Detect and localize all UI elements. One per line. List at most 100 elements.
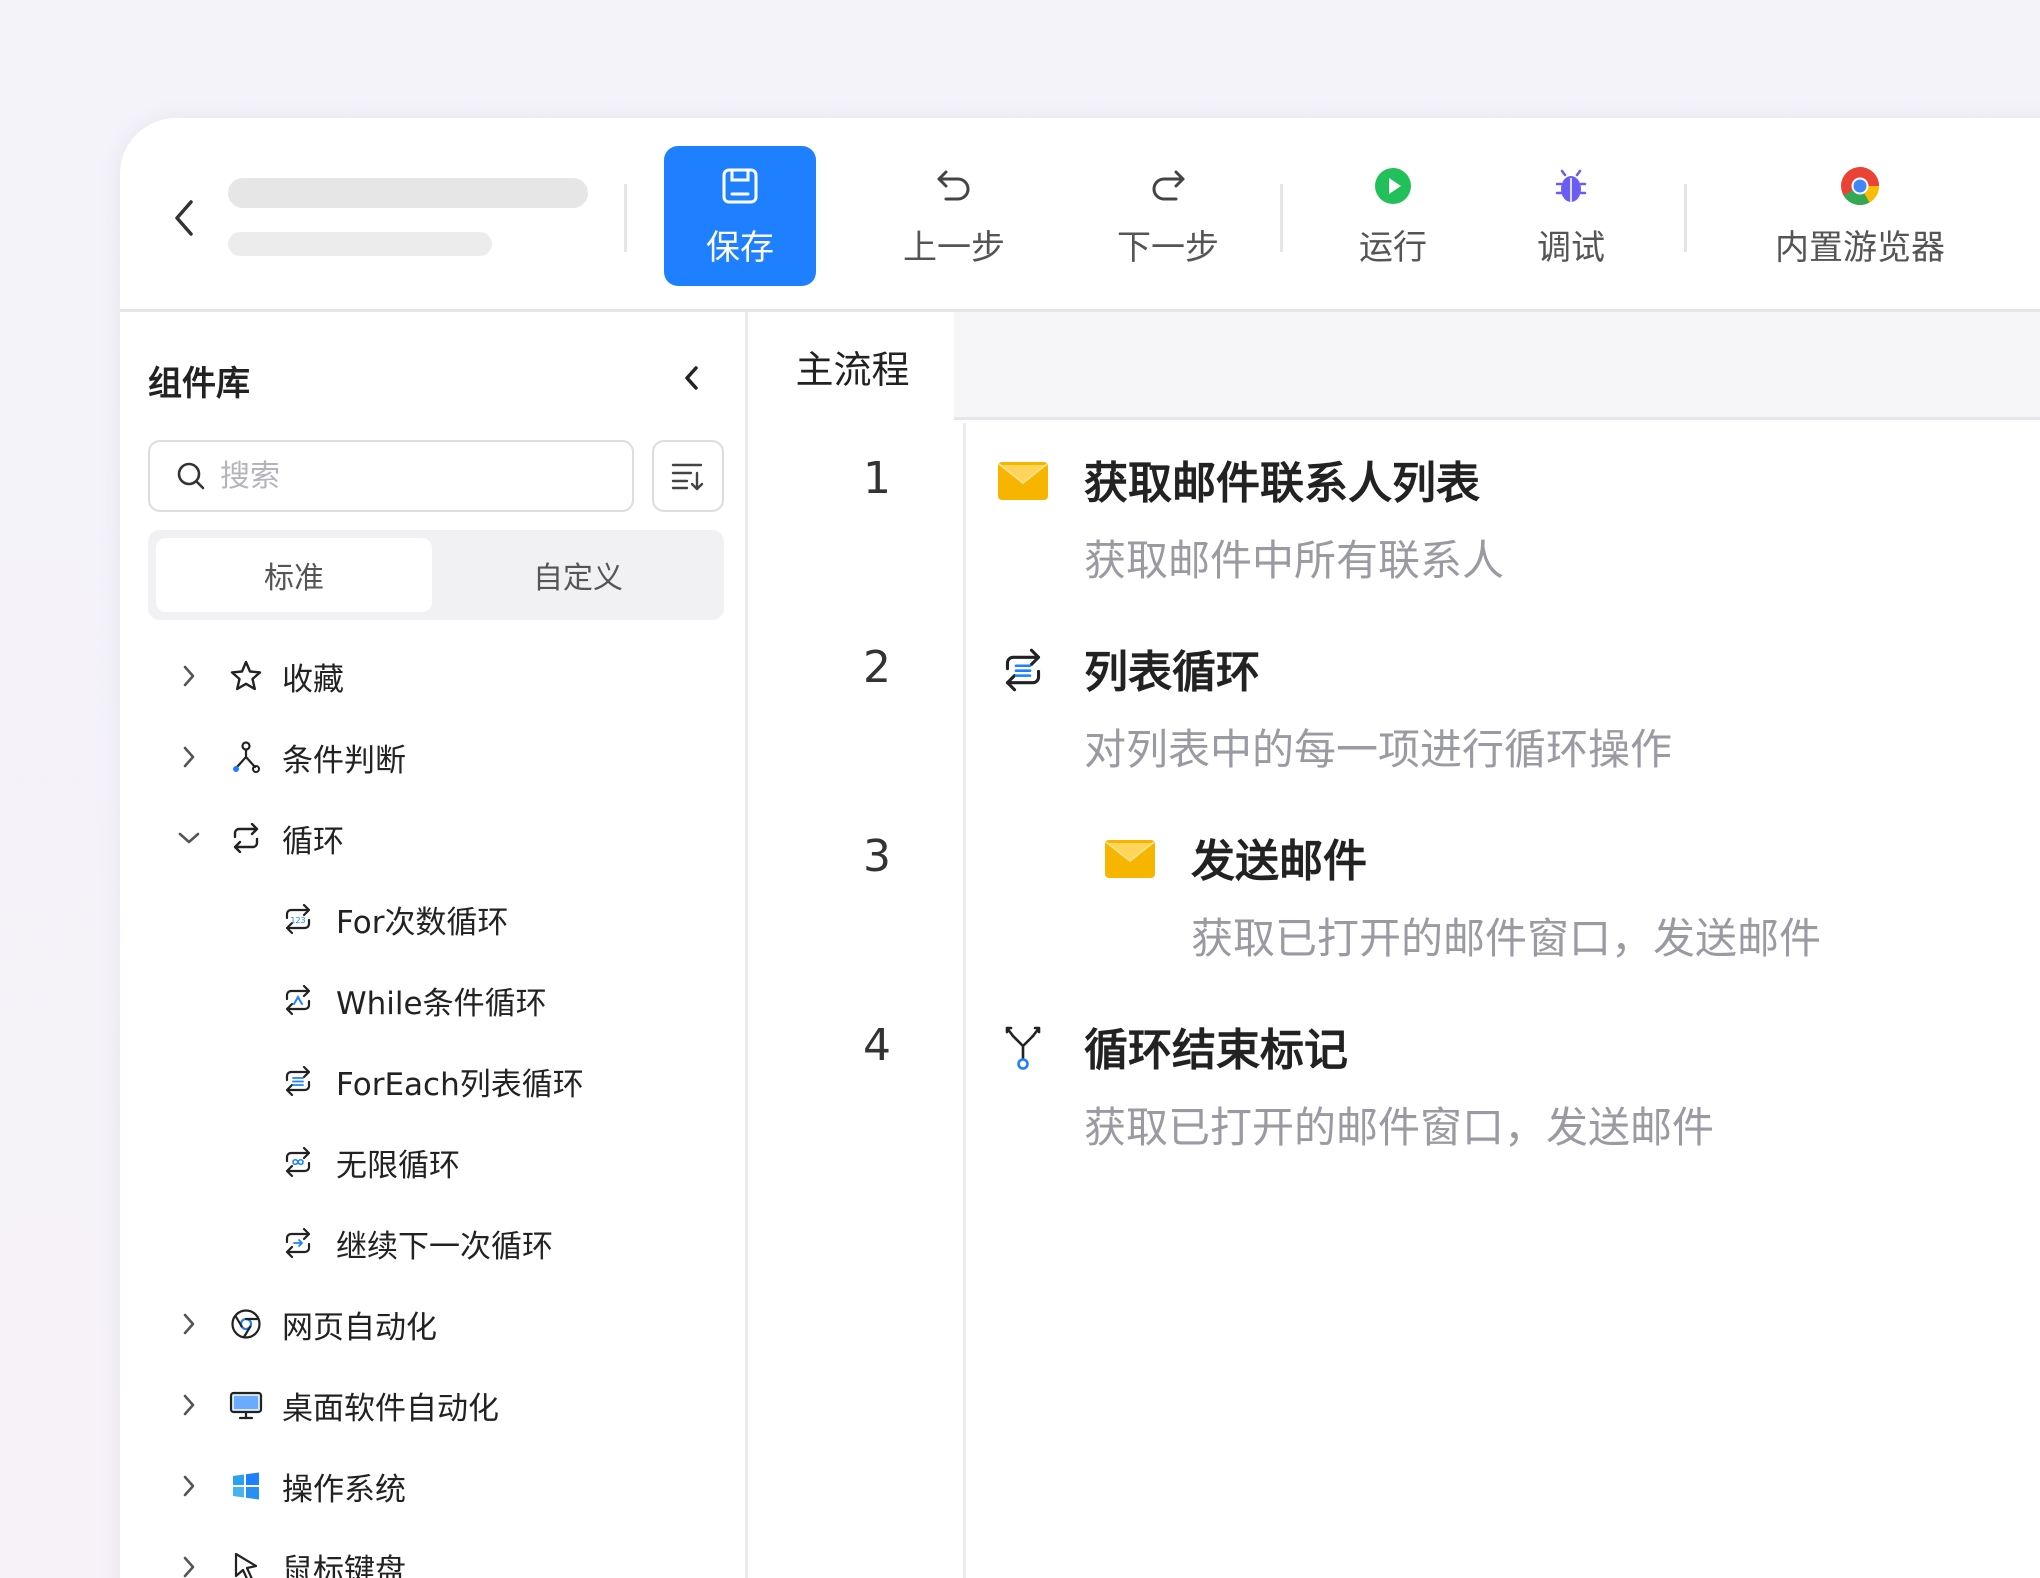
monitor-icon [228,1387,264,1423]
save-button[interactable]: 保存 [664,146,816,286]
tree-item-label: 无限循环 [336,1147,460,1184]
branch-icon [228,739,264,775]
search-icon [177,462,205,490]
panel-title: 组件库 [148,364,250,404]
tab-main-flow[interactable]: 主流程 [751,312,954,420]
chevron-right-icon[interactable] [176,744,202,770]
tree-item-label: 桌面软件自动化 [282,1390,499,1427]
library-segment-control: 标准 自定义 [148,530,724,620]
divider [1280,184,1283,252]
save-icon [718,164,762,208]
step-description: 对列表中的每一项进行循环操作 [1084,725,1673,774]
tab-custom[interactable]: 自定义 [440,538,716,612]
tree-item-web-automation[interactable]: 网页自动化 [120,1294,748,1354]
chevron-down-icon[interactable] [176,825,202,851]
tree-item-for-loop[interactable]: 123 For次数循环 [120,889,748,949]
cursor-icon [228,1549,264,1578]
tree-item-condition[interactable]: 条件判断 [120,727,748,787]
debug-button[interactable]: 调试 [1504,146,1638,286]
save-label: 保存 [706,227,774,268]
loop-icon [228,820,264,856]
tree-item-label: 循环 [282,823,344,860]
chrome-icon [1838,164,1882,208]
loop-while-icon [280,982,316,1018]
redo-button[interactable]: 下一步 [1090,146,1246,286]
run-button[interactable]: 运行 [1326,146,1460,286]
step-title: 循环结束标记 [1084,1025,1348,1076]
chevron-right-icon[interactable] [176,1311,202,1337]
envelope-icon [1102,831,1158,887]
redo-icon [1146,164,1190,208]
loop-list-icon [995,642,1051,698]
undo-label: 上一步 [903,227,1005,268]
subtitle-placeholder [228,232,492,256]
svg-text:123: 123 [290,916,305,925]
tree-item-label: For次数循环 [336,904,509,941]
tree-item-label: While条件循环 [336,985,547,1022]
chevron-left-icon [685,366,698,390]
step-number: 1 [863,453,891,504]
flow-step[interactable]: 3 发送邮件 获取已打开的邮件窗口，发送邮件 [751,801,2040,981]
step-number: 4 [863,1020,891,1071]
flow-canvas: 1 获取邮件联系人列表 获取邮件中所有联系人 2 列表循环 对列表中的每一项进行… [751,423,2040,1578]
tree-item-desktop-automation[interactable]: 桌面软件自动化 [120,1375,748,1435]
tree-item-label: 收藏 [282,661,344,698]
chevron-right-icon[interactable] [176,1554,202,1578]
component-library-panel: 组件库 标准 自定义 收藏 条件判断 [120,312,748,1578]
step-title: 列表循环 [1084,647,1260,698]
step-number: 2 [863,642,891,693]
debug-label: 调试 [1537,227,1605,268]
loop-continue-icon [280,1225,316,1261]
run-label: 运行 [1359,227,1427,268]
tree-item-label: 操作系统 [282,1471,406,1508]
divider [1684,184,1687,252]
collapse-panel-button[interactable] [676,358,706,398]
divider [624,184,627,252]
loop-infinite-icon [280,1144,316,1180]
tree-item-label: 条件判断 [282,742,406,779]
loop-count-icon: 123 [280,901,316,937]
windows-icon [228,1468,264,1504]
chevron-right-icon[interactable] [176,663,202,689]
tree-item-label: 鼠标键盘 [282,1552,406,1578]
back-button[interactable] [164,190,204,246]
search-input[interactable] [220,458,600,494]
undo-icon [932,164,976,208]
title-placeholder [228,178,588,208]
chrome-icon [228,1306,264,1342]
step-title: 发送邮件 [1191,836,1367,887]
flow-tab-bar: 主流程 [751,312,2040,420]
tree-item-operating-system[interactable]: 操作系统 [120,1456,748,1516]
loop-list-icon [280,1063,316,1099]
envelope-icon [995,453,1051,509]
step-title: 获取邮件联系人列表 [1084,458,1480,509]
chevron-left-icon [175,200,193,236]
browser-button[interactable]: 内置游览器 [1745,146,1975,286]
loop-end-icon [995,1020,1051,1076]
app-window: 保存 上一步 下一步 运行 调试 内置游览器 组件库 搜索 标准 自定义 收藏 … [120,118,2040,1578]
tree-item-favorites[interactable]: 收藏 [120,646,748,706]
star-icon [228,658,264,694]
flow-step[interactable]: 2 列表循环 对列表中的每一项进行循环操作 [751,612,2040,792]
step-description: 获取邮件中所有联系人 [1084,536,1505,585]
step-description: 获取已打开的邮件窗口，发送邮件 [1191,914,1822,963]
tree-item-loop[interactable]: 循环 [120,808,748,868]
flow-step[interactable]: 1 获取邮件联系人列表 获取邮件中所有联系人 [751,423,2040,603]
tree-item-infinite-loop[interactable]: 无限循环 [120,1132,748,1192]
chevron-right-icon[interactable] [176,1392,202,1418]
tree-item-mouse-keyboard[interactable]: 鼠标键盘 [120,1537,748,1578]
tab-standard[interactable]: 标准 [156,538,432,612]
chevron-right-icon[interactable] [176,1473,202,1499]
step-number: 3 [863,831,891,882]
browser-label: 内置游览器 [1775,227,1945,268]
flow-step[interactable]: 4 循环结束标记 获取已打开的邮件窗口，发送邮件 [751,990,2040,1170]
undo-button[interactable]: 上一步 [876,146,1032,286]
tree-item-continue-loop[interactable]: 继续下一次循环 [120,1213,748,1273]
toolbar: 保存 上一步 下一步 运行 调试 内置游览器 [120,118,2040,312]
tree-item-foreach-loop[interactable]: ForEach列表循环 [120,1051,748,1111]
tree-item-while-loop[interactable]: While条件循环 [120,970,748,1030]
bug-icon [1549,164,1593,208]
tree-item-label: 网页自动化 [282,1309,437,1346]
search-box[interactable] [148,440,634,512]
step-description: 获取已打开的邮件窗口，发送邮件 [1084,1103,1715,1152]
